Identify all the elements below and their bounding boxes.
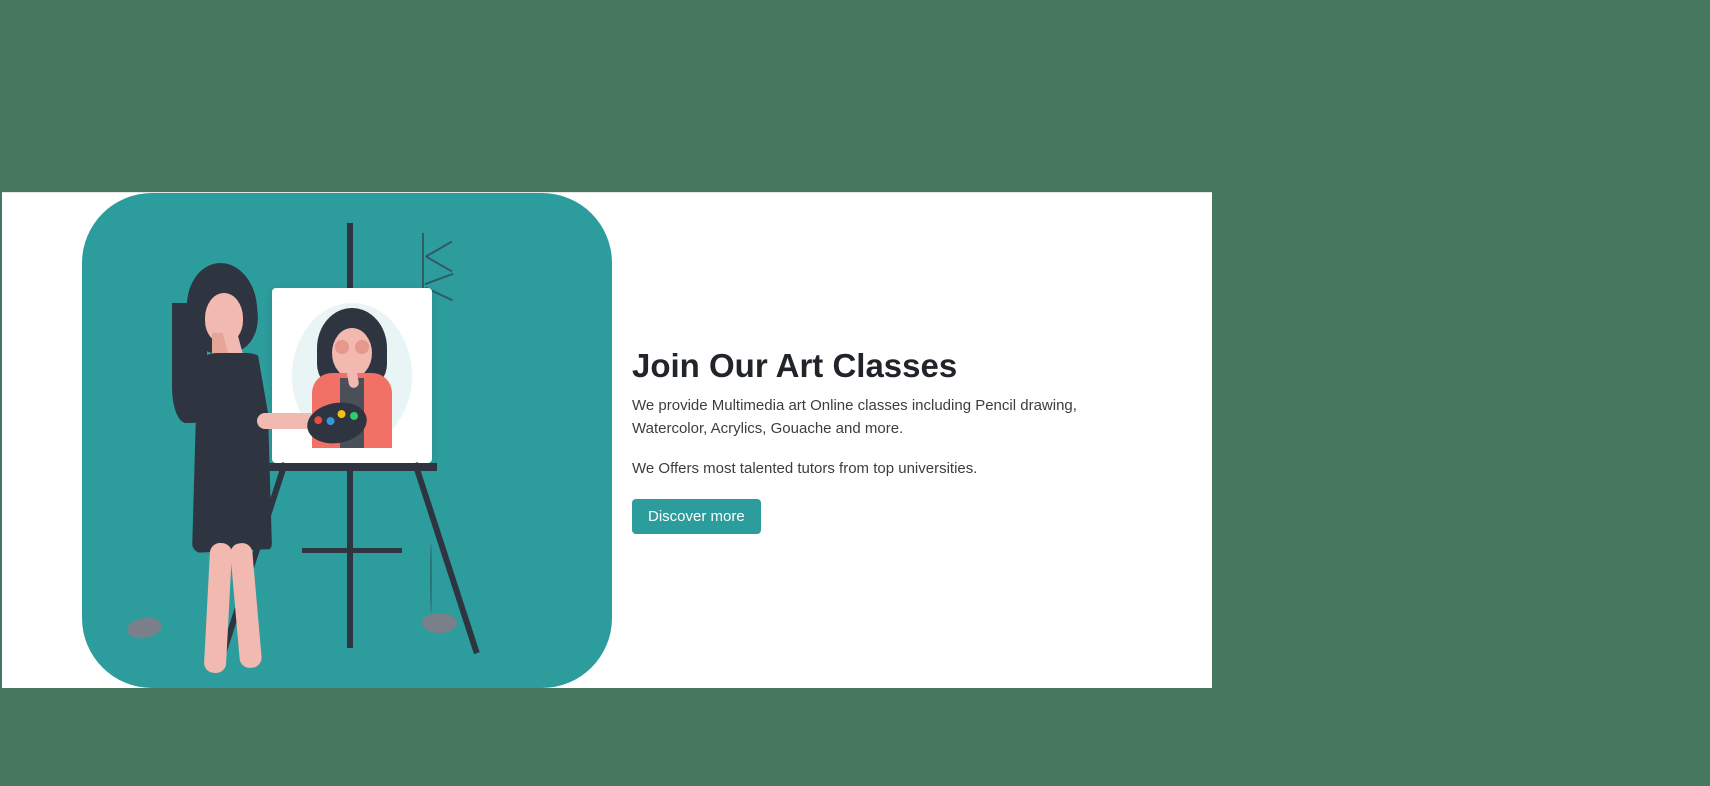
section-heading: Join Our Art Classes — [632, 347, 1152, 385]
text-content: Join Our Art Classes We provide Multimed… — [632, 347, 1212, 534]
rock-decoration — [422, 613, 457, 633]
rock-decoration — [126, 615, 164, 641]
page-content-wrapper: Join Our Art Classes We provide Multimed… — [2, 192, 1212, 688]
smoke-decoration — [430, 543, 432, 613]
section-description-1: We provide Multimedia art Online classes… — [632, 395, 1152, 440]
artist-illustration — [82, 193, 612, 688]
discover-more-button[interactable]: Discover more — [632, 499, 761, 534]
illustration-container — [2, 193, 612, 688]
section-description-2: We Offers most talented tutors from top … — [632, 458, 1152, 481]
art-classes-section: Join Our Art Classes We provide Multimed… — [2, 193, 1212, 688]
